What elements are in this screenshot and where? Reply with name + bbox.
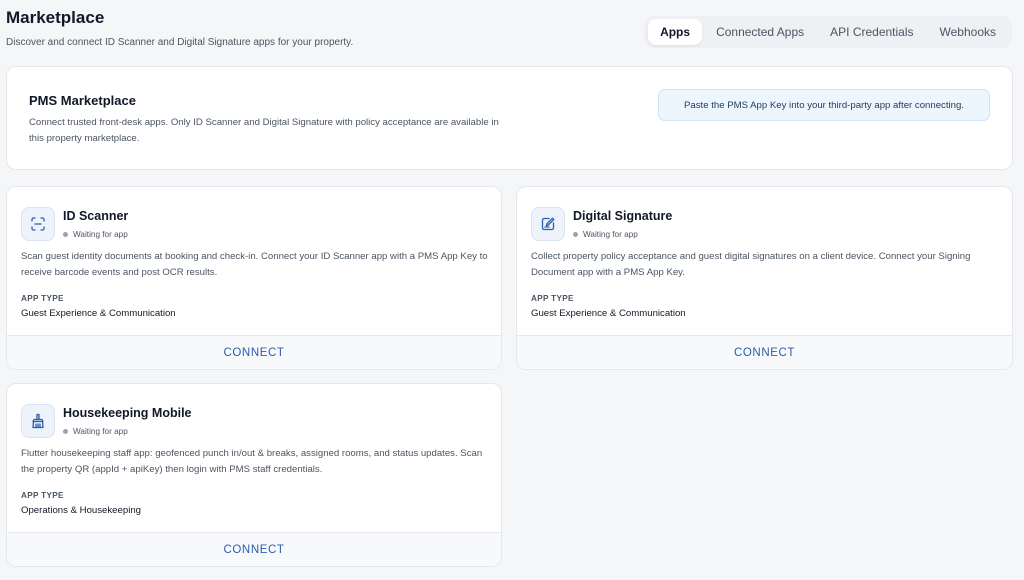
app-status: Waiting for app [63,230,128,239]
page-header: Marketplace Discover and connect ID Scan… [6,8,353,48]
app-type-value: Guest Experience & Communication [21,308,176,319]
tab-bar: Apps Connected Apps API Credentials Webh… [644,16,1012,48]
app-type-label: APP TYPE [531,294,574,303]
app-name: ID Scanner [63,209,129,223]
signature-icon [531,207,565,241]
app-description: Scan guest identity documents at booking… [21,251,488,278]
app-key-hint: Paste the PMS App Key into your third-pa… [658,89,990,121]
status-label: Waiting for app [73,230,128,239]
connect-button[interactable]: CONNECT [7,335,501,369]
marketplace-intro-card: PMS Marketplace Connect trusted front-de… [6,66,1013,170]
intro-title: PMS Marketplace [29,93,136,108]
tab-apps[interactable]: Apps [648,19,703,45]
scan-icon [21,207,55,241]
app-type-label: APP TYPE [21,491,64,500]
status-label: Waiting for app [583,230,638,239]
tab-webhooks[interactable]: Webhooks [928,19,1008,45]
app-type-label: APP TYPE [21,294,64,303]
status-dot-icon [63,232,68,237]
connect-button[interactable]: CONNECT [517,335,1012,369]
app-description: Flutter housekeeping staff app: geofence… [21,448,483,475]
broom-icon [21,404,55,438]
app-type-value: Guest Experience & Communication [531,308,686,319]
app-name: Housekeeping Mobile [63,406,192,420]
app-card-digital-signature: Digital Signature Waiting for app Collec… [516,186,1013,370]
app-name: Digital Signature [573,209,673,223]
tab-api-credentials[interactable]: API Credentials [818,19,925,45]
page-subtitle: Discover and connect ID Scanner and Digi… [6,37,354,48]
tab-connected-apps[interactable]: Connected Apps [704,19,816,45]
intro-description: Connect trusted front-desk apps. Only ID… [29,117,499,144]
app-status: Waiting for app [573,230,638,239]
app-type-value: Operations & Housekeeping [21,505,141,516]
status-dot-icon [63,429,68,434]
app-description: Collect property policy acceptance and g… [531,251,971,278]
app-card-id-scanner: ID Scanner Waiting for app Scan guest id… [6,186,502,370]
status-dot-icon [573,232,578,237]
app-status: Waiting for app [63,427,128,436]
status-label: Waiting for app [73,427,128,436]
app-card-housekeeping-mobile: Housekeeping Mobile Waiting for app Flut… [6,383,502,567]
connect-button[interactable]: CONNECT [7,532,501,566]
page-title: Marketplace [6,8,105,27]
